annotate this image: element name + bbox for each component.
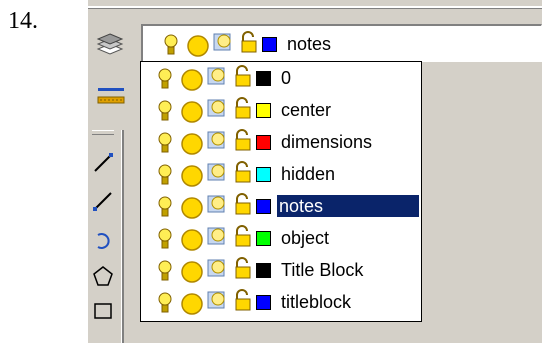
layer-color-swatch	[256, 167, 271, 182]
sun-icon[interactable]	[179, 99, 205, 125]
current-layer-label: notes	[287, 34, 332, 54]
layer-list-item[interactable]: notes	[141, 190, 421, 222]
padlock-icon[interactable]	[238, 31, 262, 55]
layer-list-item[interactable]: titleblock	[141, 286, 421, 318]
toolbar-grip[interactable]	[92, 130, 114, 135]
freeze-viewport-icon[interactable]	[205, 193, 227, 215]
layer-color-swatch	[256, 199, 271, 214]
layer-color-swatch	[256, 135, 271, 150]
freeze-viewport-icon[interactable]	[205, 65, 227, 87]
lightbulb-icon[interactable]	[157, 291, 173, 317]
freeze-viewport-icon[interactable]	[205, 129, 227, 151]
padlock-icon[interactable]	[232, 161, 256, 185]
layer-properties-icon[interactable]	[96, 84, 126, 106]
layer-name-label: notes	[277, 195, 419, 217]
layer-name-label: dimensions	[281, 132, 373, 152]
sun-icon[interactable]	[179, 131, 205, 157]
sun-icon[interactable]	[179, 227, 205, 253]
sun-icon[interactable]	[179, 195, 205, 221]
freeze-viewport-icon[interactable]	[211, 31, 233, 53]
current-layer: notes	[147, 28, 527, 60]
freeze-viewport-icon[interactable]	[205, 97, 227, 119]
padlock-icon[interactable]	[232, 289, 256, 313]
layer-list-item[interactable]: Title Block	[141, 254, 421, 286]
layer-color-swatch	[262, 37, 277, 52]
layer-list-item[interactable]: 0	[141, 62, 421, 94]
sun-icon[interactable]	[179, 291, 205, 317]
lightbulb-icon[interactable]	[163, 33, 179, 59]
padlock-icon[interactable]	[232, 257, 256, 281]
padlock-icon[interactable]	[232, 97, 256, 121]
lightbulb-icon[interactable]	[157, 195, 173, 221]
padlock-icon[interactable]	[232, 129, 256, 153]
layer-dropdown-list: 0 center dimensions hidden notes object Title …	[140, 61, 422, 322]
layer-combo-box[interactable]: notes	[141, 24, 542, 62]
layer-color-swatch	[256, 263, 271, 278]
layer-list-item[interactable]: center	[141, 94, 421, 126]
layer-color-swatch	[256, 231, 271, 246]
lightbulb-icon[interactable]	[157, 131, 173, 157]
freeze-viewport-icon[interactable]	[205, 225, 227, 247]
freeze-viewport-icon[interactable]	[205, 257, 227, 279]
lightbulb-icon[interactable]	[157, 227, 173, 253]
lightbulb-icon[interactable]	[157, 67, 173, 93]
layer-color-swatch	[256, 295, 271, 310]
arc-tool-icon[interactable]	[92, 230, 114, 252]
padlock-icon[interactable]	[232, 225, 256, 249]
layer-name-label: hidden	[281, 164, 336, 184]
line-tool-icon[interactable]	[92, 152, 114, 174]
sun-icon[interactable]	[179, 67, 205, 93]
layer-list-item[interactable]: hidden	[141, 158, 421, 190]
layer-list-item[interactable]: object	[141, 222, 421, 254]
layer-color-swatch	[256, 71, 271, 86]
sun-icon[interactable]	[179, 163, 205, 189]
left-draw-toolbar	[88, 130, 124, 343]
lightbulb-icon[interactable]	[157, 163, 173, 189]
layers-icon[interactable]	[96, 28, 124, 56]
toolbar-divider	[121, 130, 124, 343]
padlock-icon[interactable]	[232, 65, 256, 89]
layer-name-label: titleblock	[281, 292, 352, 312]
layer-name-label: center	[281, 100, 332, 120]
rectangle-tool-icon[interactable]	[92, 300, 114, 322]
lightbulb-icon[interactable]	[157, 259, 173, 285]
polygon-tool-icon[interactable]	[92, 265, 114, 287]
sun-icon[interactable]	[179, 259, 205, 285]
layer-name-label: object	[281, 228, 330, 248]
padlock-icon[interactable]	[232, 193, 256, 217]
layer-name-label: 0	[281, 68, 292, 88]
ray-tool-icon[interactable]	[92, 190, 114, 212]
sun-icon[interactable]	[185, 33, 211, 59]
step-number: 14.	[8, 8, 38, 34]
layer-name-label: Title Block	[281, 260, 364, 280]
layer-list-item[interactable]: dimensions	[141, 126, 421, 158]
toolbar-rule	[88, 6, 542, 9]
lightbulb-icon[interactable]	[157, 99, 173, 125]
freeze-viewport-icon[interactable]	[205, 289, 227, 311]
layer-color-swatch	[256, 103, 271, 118]
freeze-viewport-icon[interactable]	[205, 161, 227, 183]
